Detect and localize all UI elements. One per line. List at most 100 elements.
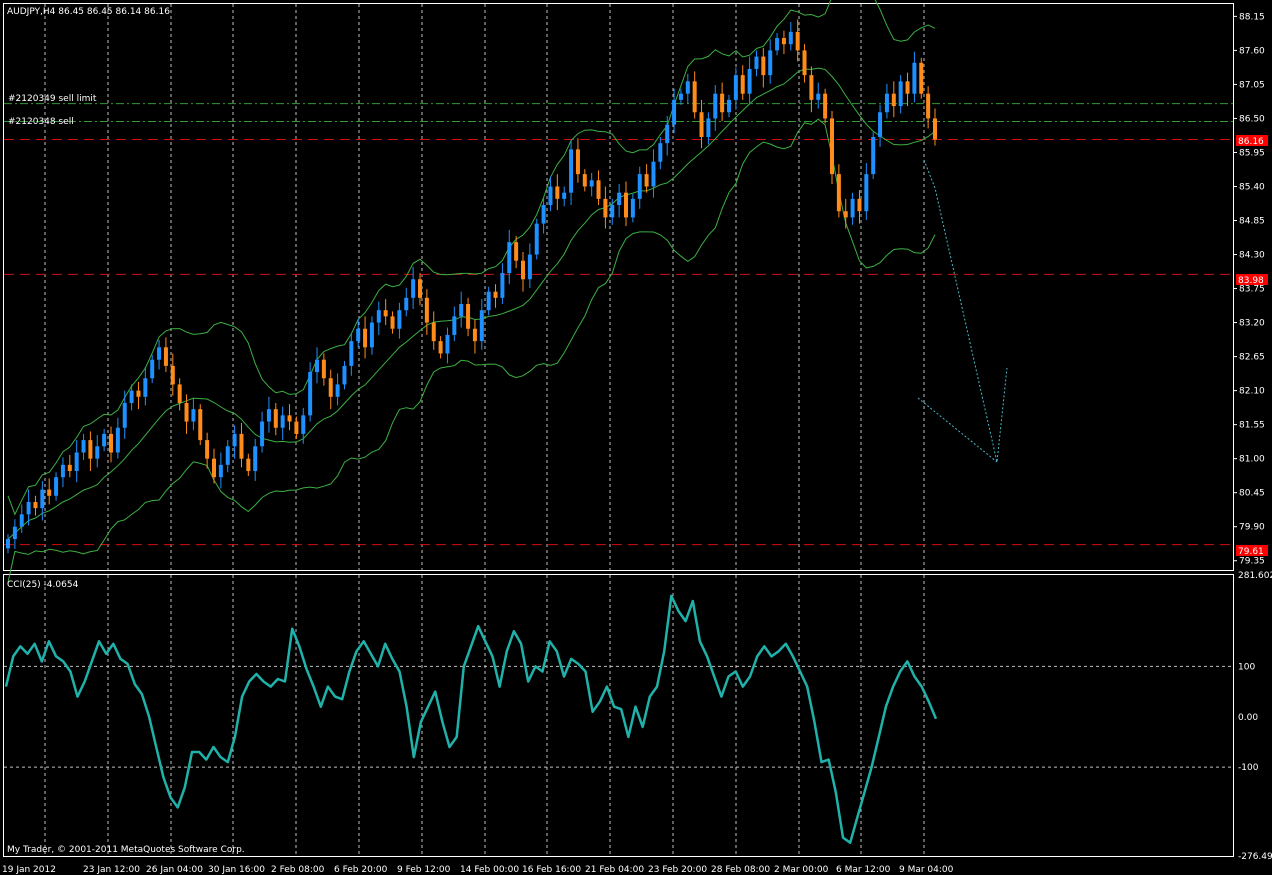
candle-body (301, 415, 306, 434)
price-tick-label: 79.35 (1239, 557, 1265, 567)
candle-body (843, 211, 848, 218)
candle-body (699, 112, 704, 137)
candle-body (569, 149, 574, 193)
main-panel-frame (3, 3, 1234, 571)
candle-body (321, 359, 326, 379)
price-axis[interactable]: 88.15 87.60 87.05 86.50 85.95 85.40 84.85 84.30… (1233, 12, 1265, 567)
candle-body (452, 316, 457, 335)
candle-body (665, 124, 670, 144)
projection-arrow-head[interactable] (917, 397, 998, 463)
candle-body (466, 304, 471, 329)
candle-body (33, 501, 38, 509)
time-label: 28 Feb 08:00 (711, 865, 770, 875)
candle-body (630, 198, 635, 218)
candle-body (733, 75, 738, 100)
candle-body (356, 328, 361, 342)
candle-body (115, 427, 120, 453)
candle-body (479, 310, 484, 342)
price-tick-label: 88.15 (1239, 12, 1265, 22)
candle-body (109, 433, 113, 453)
candle-body (555, 186, 560, 199)
time-label: 9 Feb 12:00 (397, 865, 451, 875)
candle-body (472, 328, 477, 342)
bollinger-upper (7, 0, 936, 516)
candle-body (720, 93, 725, 113)
candle-body (507, 242, 512, 274)
projection-arrow[interactable] (917, 159, 1008, 463)
price-chart[interactable]: 88.15 87.60 87.05 86.50 85.95 85.40 84.85 84.30… (0, 0, 1272, 875)
cci-tick-label: -100 (1238, 763, 1259, 773)
candle-body (315, 359, 319, 373)
time-label: 14 Feb 00:00 (460, 865, 519, 875)
price-tick-label: 81.55 (1239, 421, 1265, 431)
candle-body (672, 99, 677, 125)
time-label: 19 Jan 2012 (2, 865, 56, 875)
candle-body (582, 174, 587, 187)
candle-body (891, 93, 896, 107)
candle-body (40, 489, 45, 509)
candle-body (823, 93, 828, 119)
candle-body (431, 322, 436, 342)
time-label: 2 Mar 00:00 (774, 865, 829, 875)
candle-body (376, 310, 381, 323)
candle-body (122, 402, 127, 428)
candle-body (129, 390, 134, 403)
candle-body (637, 174, 642, 199)
candle-body (280, 415, 285, 428)
candle-body (342, 365, 347, 385)
candle-body (328, 378, 333, 397)
footer-copyright: My Trader, © 2001-2011 MetaQuotes Softwa… (7, 845, 245, 855)
candle-body (651, 161, 656, 187)
candle-body (713, 93, 718, 119)
candle-body (95, 446, 100, 459)
candle-body (521, 260, 525, 280)
candle-body (816, 93, 821, 100)
symbol-info: AUDJPY,H4 86.45 86.45 86.14 86.16 (7, 7, 170, 17)
candle-body (933, 118, 937, 140)
time-label: 30 Jan 16:00 (208, 865, 265, 875)
price-tick-label: 84.85 (1239, 217, 1265, 227)
cci-axis[interactable]: 281.602 100 0.00 -100 -276.495 (1238, 571, 1272, 862)
candle-body (349, 341, 354, 366)
candle-body (527, 254, 532, 280)
candle-body (747, 68, 752, 94)
candle-body (541, 205, 546, 224)
cci-tick-label: 0.00 (1238, 713, 1258, 723)
candle-body (335, 384, 340, 397)
price-tick-label: 84.30 (1239, 251, 1265, 261)
candle-body (857, 198, 862, 212)
candle-body (397, 310, 402, 329)
candle-body (836, 174, 841, 212)
candle-body (136, 390, 141, 397)
candle-body (884, 93, 889, 113)
bollinger-middle (7, 67, 936, 540)
grid (4, 4, 1233, 856)
candle-body (754, 56, 759, 69)
candle-body (878, 112, 883, 137)
time-label: 23 Jan 12:00 (83, 865, 140, 875)
candle-body (788, 31, 793, 45)
candle-body (830, 118, 834, 175)
candle-body (809, 75, 814, 100)
projection-arrow-line[interactable] (923, 159, 1008, 463)
time-axis[interactable]: 19 Jan 2012 23 Jan 12:00 26 Jan 04:00 30 Ja… (2, 865, 954, 875)
candle-body (534, 223, 539, 255)
candle-body (596, 180, 601, 199)
candle-body (253, 446, 258, 472)
candle-body (363, 328, 368, 348)
candle-body (232, 433, 237, 447)
candle-body (500, 273, 505, 298)
candle-body (624, 192, 628, 218)
candle-body (308, 372, 313, 416)
candle-body (273, 409, 278, 428)
order-sell-limit-label: #2120349 sell limit (8, 94, 97, 104)
candle-body (88, 440, 93, 459)
candle-body (184, 402, 189, 422)
time-label: 9 Mar 04:00 (899, 865, 954, 875)
candle-body (19, 514, 24, 527)
candle-body (150, 359, 155, 379)
candle-body (610, 205, 615, 218)
price-tick-label: 87.60 (1239, 46, 1265, 56)
candle-body (740, 75, 745, 94)
candle-body (246, 458, 251, 472)
